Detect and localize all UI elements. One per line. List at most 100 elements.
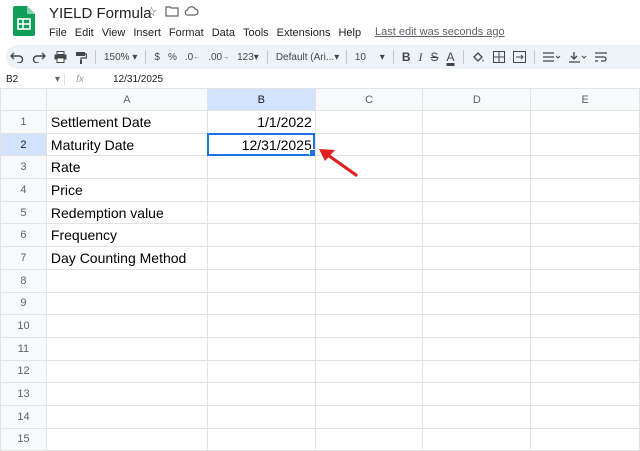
cell-e12[interactable] (530, 359, 640, 384)
font-size-select[interactable]: 10 ▾ (351, 47, 389, 67)
cell-a3[interactable]: Rate (45, 155, 208, 180)
row-header[interactable]: 3 (0, 155, 47, 180)
cell-d15[interactable] (422, 427, 532, 451)
cell-c4[interactable] (314, 178, 424, 202)
cell-a5[interactable]: Redemption value (45, 200, 208, 225)
cell-d1[interactable] (422, 110, 532, 134)
percent-format-button[interactable]: % (164, 47, 181, 67)
cell-d8[interactable] (422, 268, 532, 293)
row-header[interactable]: 12 (0, 359, 47, 384)
italic-button[interactable]: I (415, 47, 427, 67)
column-header-b[interactable]: B (206, 88, 316, 111)
increase-decimals-button[interactable]: .00 → (204, 47, 233, 67)
cell-e13[interactable] (530, 382, 640, 406)
cell-a8[interactable] (45, 268, 208, 293)
row-header[interactable]: 11 (0, 336, 47, 361)
more-formats-select[interactable]: 123 ▾ (233, 47, 263, 67)
formula-input[interactable]: 12/31/2025 (95, 74, 163, 85)
undo-icon[interactable] (6, 47, 28, 67)
cloud-status-icon[interactable] (184, 4, 199, 19)
cell-a14[interactable] (45, 404, 208, 429)
cell-a4[interactable]: Price (45, 178, 208, 202)
cell-e9[interactable] (530, 291, 640, 316)
text-wrap-icon[interactable] (591, 47, 611, 67)
cell-e4[interactable] (530, 178, 640, 202)
select-all-corner[interactable] (0, 88, 47, 111)
cell-b9[interactable] (206, 291, 316, 316)
paint-format-icon[interactable] (71, 47, 91, 67)
menu-help[interactable]: Help (334, 26, 365, 40)
cell-e15[interactable] (530, 427, 640, 451)
row-header[interactable]: 9 (0, 291, 47, 316)
cell-b8[interactable] (206, 268, 316, 293)
cell-a1[interactable]: Settlement Date (45, 110, 208, 134)
horizontal-align-icon[interactable] (539, 47, 565, 67)
google-sheets-logo-icon[interactable] (13, 6, 35, 36)
star-icon[interactable]: ☆ (144, 4, 159, 19)
cell-e14[interactable] (530, 404, 640, 429)
cell-a11[interactable] (45, 336, 208, 361)
cell-d3[interactable] (422, 155, 532, 180)
cell-a6[interactable]: Frequency (45, 223, 208, 248)
move-folder-icon[interactable] (164, 4, 179, 19)
cell-d13[interactable] (422, 382, 532, 406)
redo-icon[interactable] (28, 47, 50, 67)
cell-e7[interactable] (530, 246, 640, 270)
row-header[interactable]: 1 (0, 110, 47, 134)
cell-a13[interactable] (45, 382, 208, 406)
cell-b3[interactable] (206, 155, 316, 180)
cell-d14[interactable] (422, 404, 532, 429)
cell-e2[interactable] (530, 132, 640, 157)
column-header-a[interactable]: A (45, 88, 208, 111)
bold-button[interactable]: B (398, 47, 415, 67)
cell-b12[interactable] (206, 359, 316, 384)
cell-b5[interactable] (206, 200, 316, 225)
name-box[interactable]: B2 ▾ (0, 74, 64, 85)
cell-c13[interactable] (314, 382, 424, 406)
borders-icon[interactable] (489, 47, 509, 67)
cell-c9[interactable] (314, 291, 424, 316)
menu-format[interactable]: Format (165, 26, 208, 40)
cell-b4[interactable] (206, 178, 316, 202)
fill-handle[interactable] (308, 149, 315, 155)
document-title[interactable]: YIELD Formula (49, 5, 152, 22)
cell-c5[interactable] (314, 200, 424, 225)
font-family-select[interactable]: Default (Ari... ▾ (272, 47, 342, 67)
cell-a15[interactable] (45, 427, 208, 451)
cell-b13[interactable] (206, 382, 316, 406)
cell-d4[interactable] (422, 178, 532, 202)
menu-file[interactable]: File (49, 26, 71, 40)
text-color-button[interactable]: A (443, 47, 459, 67)
cell-e5[interactable] (530, 200, 640, 225)
cell-c11[interactable] (314, 336, 424, 361)
menu-extensions[interactable]: Extensions (273, 26, 335, 40)
column-header-d[interactable]: D (422, 88, 532, 111)
cell-b14[interactable] (206, 404, 316, 429)
last-edit-link[interactable]: Last edit was seconds ago (375, 26, 505, 38)
row-header[interactable]: 10 (0, 314, 47, 338)
print-icon[interactable] (50, 47, 71, 67)
cell-b6[interactable] (206, 223, 316, 248)
cell-e6[interactable] (530, 223, 640, 248)
cell-d7[interactable] (422, 246, 532, 270)
menu-view[interactable]: View (98, 26, 130, 40)
cell-c15[interactable] (314, 427, 424, 451)
merge-cells-icon[interactable] (509, 47, 530, 67)
cell-d10[interactable] (422, 314, 532, 338)
cell-e3[interactable] (530, 155, 640, 180)
cell-e8[interactable] (530, 268, 640, 293)
menu-edit[interactable]: Edit (71, 26, 98, 40)
column-header-c[interactable]: C (314, 88, 424, 111)
menu-tools[interactable]: Tools (239, 26, 273, 40)
cell-c10[interactable] (314, 314, 424, 338)
cell-b10[interactable] (206, 314, 316, 338)
cell-b7[interactable] (206, 246, 316, 270)
column-header-e[interactable]: E (530, 88, 640, 111)
fill-color-icon[interactable] (468, 47, 489, 67)
cell-e10[interactable] (530, 314, 640, 338)
cell-c14[interactable] (314, 404, 424, 429)
row-header[interactable]: 14 (0, 404, 47, 429)
cell-b11[interactable] (206, 336, 316, 361)
row-header[interactable]: 5 (0, 200, 47, 225)
cell-d5[interactable] (422, 200, 532, 225)
